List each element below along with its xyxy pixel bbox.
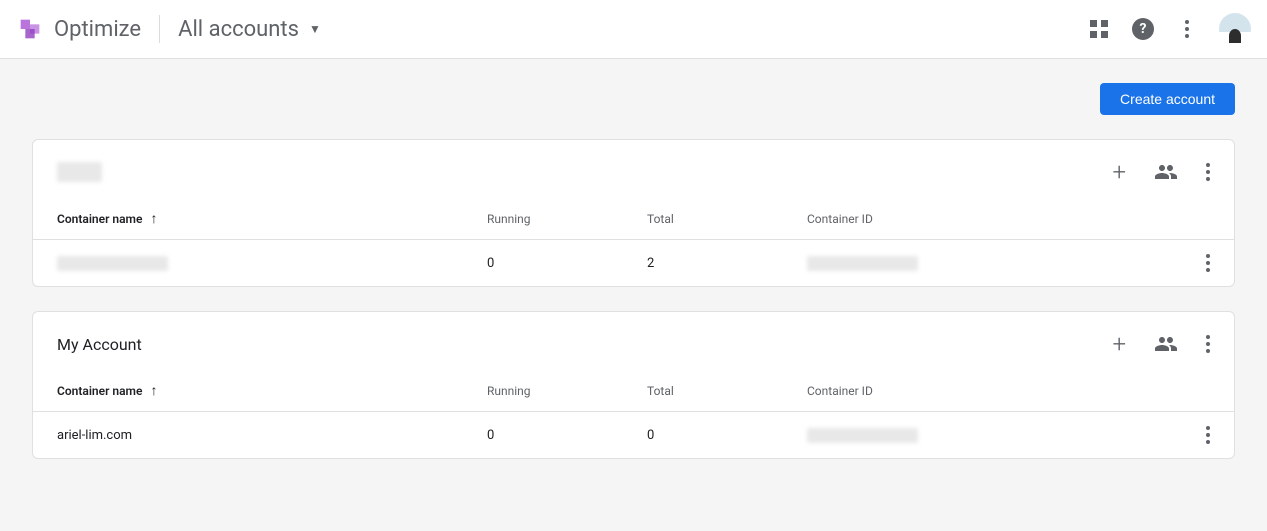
create-account-button[interactable]: Create account bbox=[1100, 83, 1235, 115]
container-id-cell: ████████████ bbox=[807, 428, 918, 443]
header-right: ? bbox=[1087, 13, 1251, 45]
logo-area: Optimize bbox=[16, 15, 141, 43]
account-actions: + bbox=[1112, 158, 1210, 186]
total-cell: 2 bbox=[647, 256, 807, 271]
containers-table: Container name ↑ Running Total Container… bbox=[33, 196, 1234, 286]
help-icon[interactable]: ? bbox=[1131, 17, 1155, 41]
containers-table: Container name ↑ Running Total Container… bbox=[33, 368, 1234, 458]
chevron-down-icon: ▼ bbox=[309, 22, 321, 36]
add-container-icon[interactable]: + bbox=[1112, 330, 1126, 358]
people-icon[interactable] bbox=[1154, 332, 1178, 356]
container-name-cell: ████████████ bbox=[57, 256, 168, 271]
more-vert-icon[interactable] bbox=[1175, 17, 1199, 41]
header-divider bbox=[159, 15, 160, 43]
col-header-container-name[interactable]: Container name ↑ bbox=[57, 382, 487, 399]
table-header-row: Container name ↑ Running Total Container… bbox=[33, 368, 1234, 412]
account-header: My Account + bbox=[33, 312, 1234, 368]
running-cell: 0 bbox=[487, 256, 647, 271]
account-card: My Account + Container name ↑ Running To… bbox=[32, 311, 1235, 459]
col-header-container-id[interactable]: Container ID bbox=[807, 212, 1187, 226]
row-more-vert-icon[interactable] bbox=[1206, 254, 1210, 272]
table-row[interactable]: ariel-lim.com 0 0 ████████████ bbox=[33, 412, 1234, 458]
main-content: Create account ████ + Container name ↑ bbox=[0, 59, 1267, 507]
container-id-cell: ████████████ bbox=[807, 256, 918, 271]
container-name-cell: ariel-lim.com bbox=[57, 428, 487, 443]
sort-ascending-icon: ↑ bbox=[150, 382, 157, 399]
account-more-vert-icon[interactable] bbox=[1206, 335, 1210, 353]
col-header-total[interactable]: Total bbox=[647, 212, 807, 226]
col-header-total[interactable]: Total bbox=[647, 384, 807, 398]
col-header-running[interactable]: Running bbox=[487, 212, 647, 226]
people-icon[interactable] bbox=[1154, 160, 1178, 184]
apps-grid-icon[interactable] bbox=[1087, 17, 1111, 41]
row-more-vert-icon[interactable] bbox=[1206, 426, 1210, 444]
account-more-vert-icon[interactable] bbox=[1206, 163, 1210, 181]
product-name: Optimize bbox=[54, 17, 141, 42]
col-header-container-id[interactable]: Container ID bbox=[807, 384, 1187, 398]
account-selector-dropdown[interactable]: All accounts ▼ bbox=[178, 17, 321, 42]
col-header-container-name[interactable]: Container name ↑ bbox=[57, 210, 487, 227]
sort-ascending-icon: ↑ bbox=[150, 210, 157, 227]
optimize-logo-icon bbox=[16, 15, 44, 43]
running-cell: 0 bbox=[487, 428, 647, 443]
action-bar: Create account bbox=[32, 83, 1235, 115]
total-cell: 0 bbox=[647, 428, 807, 443]
account-actions: + bbox=[1112, 330, 1210, 358]
add-container-icon[interactable]: + bbox=[1112, 158, 1126, 186]
account-card: ████ + Container name ↑ Running Total Co… bbox=[32, 139, 1235, 287]
account-header: ████ + bbox=[33, 140, 1234, 196]
col-header-running[interactable]: Running bbox=[487, 384, 647, 398]
account-name: ████ bbox=[57, 162, 102, 182]
avatar[interactable] bbox=[1219, 13, 1251, 45]
account-selector-label: All accounts bbox=[178, 17, 299, 42]
table-header-row: Container name ↑ Running Total Container… bbox=[33, 196, 1234, 240]
table-row[interactable]: ████████████ 0 2 ████████████ bbox=[33, 240, 1234, 286]
app-header: Optimize All accounts ▼ ? bbox=[0, 0, 1267, 59]
account-name: My Account bbox=[57, 335, 142, 354]
